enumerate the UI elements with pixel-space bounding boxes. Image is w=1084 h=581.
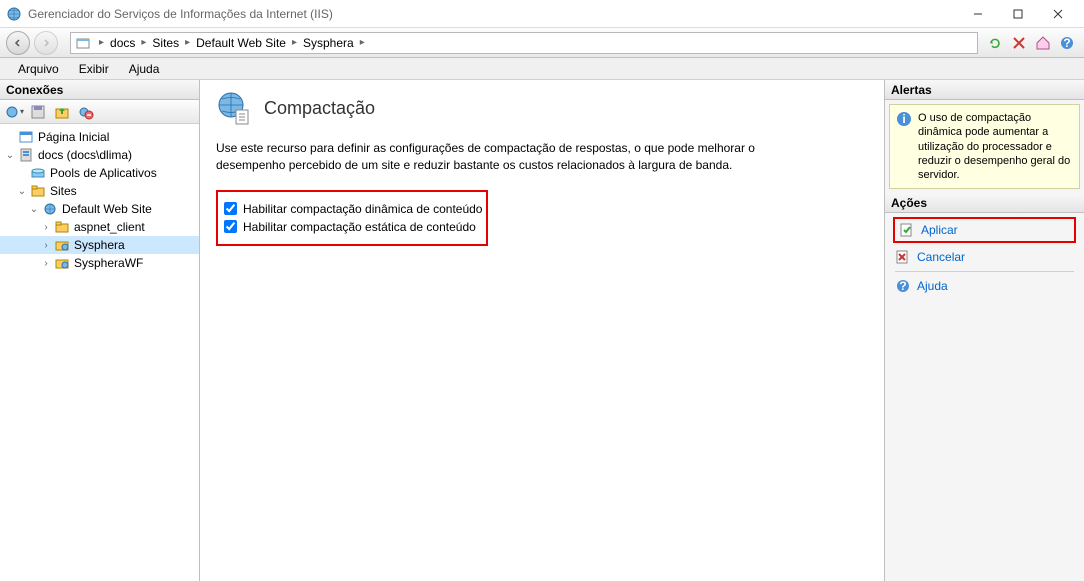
connections-header: Conexões — [0, 80, 199, 100]
help-action[interactable]: ? Ajuda — [889, 274, 1080, 298]
minimize-button[interactable] — [958, 1, 998, 27]
alert-message: O uso de compactação dinâmica pode aumen… — [918, 111, 1073, 182]
chevron-right-icon: ▸ — [360, 37, 365, 48]
actions-header: Ações — [885, 193, 1084, 213]
tree-sites[interactable]: ⌄ Sites — [0, 182, 199, 200]
expand-icon[interactable]: › — [40, 258, 52, 269]
connect-button[interactable]: ▾ — [4, 102, 24, 122]
menubar: Arquivo Exibir Ajuda — [0, 58, 1084, 80]
navbar: ▸ docs ▸ Sites ▸ Default Web Site ▸ Sysp… — [0, 28, 1084, 58]
feature-title: Compactação — [264, 98, 375, 119]
chevron-right-icon: ▸ — [99, 37, 104, 48]
breadcrumb-item[interactable]: Default Web Site — [194, 36, 288, 50]
forward-button[interactable] — [34, 31, 58, 55]
expand-icon[interactable]: › — [40, 222, 52, 233]
alert-box: i O uso de compactação dinâmica pode aum… — [889, 104, 1080, 189]
expand-icon[interactable]: › — [40, 240, 52, 251]
connections-panel: Conexões ▾ Página Inicial ⌄ docs (docs\d… — [0, 80, 200, 581]
breadcrumb-item[interactable]: Sysphera — [301, 36, 356, 50]
help-icon: ? — [895, 278, 911, 294]
breadcrumb-home-icon — [75, 35, 91, 51]
alerts-header: Alertas — [885, 80, 1084, 100]
svg-text:i: i — [902, 112, 905, 126]
back-button[interactable] — [6, 31, 30, 55]
up-button[interactable] — [52, 102, 72, 122]
static-compression-label: Habilitar compactação estática de conteú… — [243, 220, 476, 234]
collapse-icon[interactable]: ⌄ — [4, 150, 16, 161]
apply-icon — [899, 222, 915, 238]
connections-toolbar: ▾ — [0, 100, 199, 124]
maximize-button[interactable] — [998, 1, 1038, 27]
breadcrumb[interactable]: ▸ docs ▸ Sites ▸ Default Web Site ▸ Sysp… — [70, 32, 978, 54]
titlebar: Gerenciador do Serviços de Informações d… — [0, 0, 1084, 28]
tree-server[interactable]: ⌄ docs (docs\dlima) — [0, 146, 199, 164]
app-icon — [54, 255, 70, 271]
app-icon — [54, 237, 70, 253]
window-title: Gerenciador do Serviços de Informações d… — [28, 7, 958, 21]
static-compression-option[interactable]: Habilitar compactação estática de conteú… — [224, 220, 482, 234]
compression-icon — [216, 90, 252, 126]
cancel-icon — [895, 249, 911, 265]
window-controls — [958, 1, 1078, 27]
dynamic-compression-option[interactable]: Habilitar compactação dinâmica de conteú… — [224, 202, 482, 216]
chevron-right-icon: ▸ — [292, 37, 297, 48]
tree-sysphera[interactable]: › Sysphera — [0, 236, 199, 254]
breadcrumb-item[interactable]: docs — [108, 36, 137, 50]
static-compression-checkbox[interactable] — [224, 220, 237, 233]
dynamic-compression-label: Habilitar compactação dinâmica de conteú… — [243, 202, 482, 216]
connections-tree: Página Inicial ⌄ docs (docs\dlima) Pools… — [0, 124, 199, 581]
iis-app-icon — [6, 6, 22, 22]
sites-folder-icon — [30, 183, 46, 199]
chevron-right-icon: ▸ — [185, 37, 190, 48]
chevron-right-icon: ▸ — [141, 37, 146, 48]
stop-button[interactable] — [1008, 33, 1030, 53]
delete-connection-button[interactable] — [76, 102, 96, 122]
svg-text:?: ? — [1063, 36, 1070, 50]
save-button[interactable] — [28, 102, 48, 122]
actions-list: Aplicar Cancelar ? Ajuda — [885, 213, 1084, 302]
main-area: Conexões ▾ Página Inicial ⌄ docs (docs\d… — [0, 80, 1084, 581]
tree-app-pools[interactable]: Pools de Aplicativos — [0, 164, 199, 182]
start-page-icon — [18, 129, 34, 145]
menu-view[interactable]: Exibir — [69, 60, 119, 78]
nav-right-tools: ? — [984, 33, 1078, 53]
tree-default-site[interactable]: ⌄ Default Web Site — [0, 200, 199, 218]
help-label: Ajuda — [917, 279, 948, 293]
breadcrumb-item[interactable]: Sites — [150, 36, 181, 50]
right-panel: Alertas i O uso de compactação dinâmica … — [884, 80, 1084, 581]
globe-icon — [42, 201, 58, 217]
svg-text:?: ? — [899, 279, 906, 293]
info-icon: i — [896, 111, 912, 127]
home-button[interactable] — [1032, 33, 1054, 53]
tree-start-page[interactable]: Página Inicial — [0, 128, 199, 146]
close-button[interactable] — [1038, 1, 1078, 27]
menu-help[interactable]: Ajuda — [119, 60, 170, 78]
separator — [895, 271, 1074, 272]
server-icon — [18, 147, 34, 163]
refresh-button[interactable] — [984, 33, 1006, 53]
app-pools-icon — [30, 165, 46, 181]
apply-highlight-box: Aplicar — [893, 217, 1076, 243]
apply-action[interactable]: Aplicar — [895, 219, 1074, 241]
cancel-action[interactable]: Cancelar — [889, 245, 1080, 269]
feature-header: Compactação — [216, 90, 868, 126]
collapse-icon[interactable]: ⌄ — [16, 186, 28, 197]
collapse-icon[interactable]: ⌄ — [28, 204, 40, 215]
checkbox-highlight-box: Habilitar compactação dinâmica de conteú… — [216, 190, 488, 246]
folder-icon — [54, 219, 70, 235]
menu-file[interactable]: Arquivo — [8, 60, 69, 78]
dynamic-compression-checkbox[interactable] — [224, 202, 237, 215]
feature-description: Use este recurso para definir as configu… — [216, 140, 816, 174]
tree-syspherawf[interactable]: › SyspheraWF — [0, 254, 199, 272]
help-button[interactable]: ? — [1056, 33, 1078, 53]
feature-panel: Compactação Use este recurso para defini… — [200, 80, 884, 581]
cancel-label: Cancelar — [917, 250, 965, 264]
tree-aspnet-client[interactable]: › aspnet_client — [0, 218, 199, 236]
apply-label: Aplicar — [921, 223, 958, 237]
